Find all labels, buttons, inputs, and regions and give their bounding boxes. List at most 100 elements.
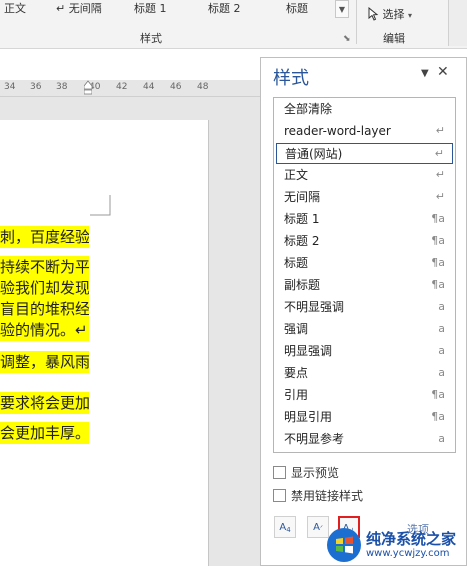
style-item-heading-2[interactable]: 标题 2 ¶a bbox=[276, 231, 453, 252]
style-item-quote[interactable]: 引用 ¶a bbox=[276, 385, 453, 406]
style-list: 全部清除 reader-word-layer ↵ 普通(网站) ↵ 正文 ↵ 无… bbox=[273, 97, 456, 453]
horizontal-ruler[interactable]: 34 36 38 40 42 44 46 48 bbox=[0, 80, 300, 97]
style-item-emphasis[interactable]: 强调 a bbox=[276, 319, 453, 340]
style-item-label: 明显引用 bbox=[284, 410, 333, 424]
style-item-label: 副标题 bbox=[284, 278, 321, 292]
ruler-tick: 36 bbox=[30, 82, 42, 92]
style-item-label: 要点 bbox=[284, 366, 309, 380]
document-line[interactable]: 验我们却发现 bbox=[0, 277, 89, 299]
disable-linked-styles-label: 禁用链接样式 bbox=[291, 489, 364, 503]
gallery-style-zhengwen[interactable]: 正文 bbox=[4, 0, 26, 16]
style-item-normal-web[interactable]: 普通(网站) ↵ bbox=[276, 143, 453, 164]
linked-style-icon: ¶a bbox=[431, 388, 445, 401]
style-item-label: reader-word-layer bbox=[284, 124, 391, 138]
character-style-icon: a bbox=[438, 432, 445, 445]
ribbon: 正文 ↵ 无间隔 标题 1 标题 2 标题 ▼ 样式 ⬊ 选择 ▾ 编辑 bbox=[0, 0, 467, 49]
show-preview-checkbox[interactable] bbox=[273, 466, 286, 479]
linked-style-icon: ¶a bbox=[431, 256, 445, 269]
style-item-label: 明显强调 bbox=[284, 344, 333, 358]
ruler-tick: 48 bbox=[197, 82, 209, 92]
character-style-icon: a bbox=[438, 300, 445, 313]
character-style-icon: a bbox=[438, 344, 445, 357]
disable-linked-styles-checkbox[interactable] bbox=[273, 489, 286, 502]
watermark-title: 纯净系统之家 bbox=[366, 530, 457, 548]
disable-linked-styles-option[interactable]: 禁用链接样式 bbox=[273, 488, 363, 504]
show-preview-label: 显示预览 bbox=[291, 466, 340, 480]
linked-style-icon: ¶a bbox=[431, 410, 445, 423]
windows-logo-icon bbox=[327, 528, 361, 562]
paragraph-mark-icon: ↵ bbox=[435, 124, 445, 137]
ruler-tick: 38 bbox=[56, 82, 68, 92]
style-item-label: 不明显强调 bbox=[284, 300, 345, 314]
select-arrow-icon bbox=[368, 6, 379, 21]
gallery-style-heading-2[interactable]: 标题 2 bbox=[208, 0, 241, 16]
style-item-zhengwen[interactable]: 正文 ↵ bbox=[276, 165, 453, 186]
gallery-scroll-button[interactable]: ▼ bbox=[335, 0, 349, 18]
new-style-icon: A4 bbox=[279, 522, 291, 534]
style-item-reader-word-layer[interactable]: reader-word-layer ↵ bbox=[276, 121, 453, 142]
style-item-subtle-emphasis[interactable]: 不明显强调 a bbox=[276, 297, 453, 318]
watermark-logo: 纯净系统之家 www.ycwjzy.com bbox=[314, 524, 467, 566]
document-line[interactable]: 验的情况。↵ bbox=[0, 319, 89, 341]
style-item-label: 全部清除 bbox=[284, 102, 333, 116]
document-line[interactable]: 刺，百度经验 bbox=[0, 226, 89, 248]
ruler-tick: 34 bbox=[4, 82, 16, 92]
ruler-tick: 44 bbox=[143, 82, 155, 92]
style-item-heading-1[interactable]: 标题 1 ¶a bbox=[276, 209, 453, 230]
document-line[interactable]: 盲目的堆积经 bbox=[0, 298, 89, 320]
ribbon-side-panel bbox=[448, 0, 467, 46]
style-item-label: 标题 1 bbox=[284, 212, 320, 226]
style-item-label: 普通(网站) bbox=[285, 147, 343, 161]
style-item-label: 强调 bbox=[284, 322, 309, 336]
dialog-launcher-icon[interactable]: ⬊ bbox=[343, 34, 353, 44]
select-button[interactable]: 选择 ▾ bbox=[367, 6, 412, 22]
pane-title: 样式 bbox=[273, 68, 309, 89]
character-style-icon: a bbox=[438, 366, 445, 379]
style-item-no-spacing[interactable]: 无间隔 ↵ bbox=[276, 187, 453, 208]
style-gallery: 正文 ↵ 无间隔 标题 1 标题 2 标题 bbox=[0, 0, 335, 24]
style-item-label: 不明显参考 bbox=[284, 432, 345, 446]
style-item-intense-quote[interactable]: 明显引用 ¶a bbox=[276, 407, 453, 428]
document-line[interactable]: 要求将会更加 bbox=[0, 392, 89, 414]
styles-pane: 样式 ▼ ✕ 全部清除 reader-word-layer ↵ 普通(网站) ↵… bbox=[260, 57, 467, 566]
ruler-tick: 42 bbox=[116, 82, 128, 92]
style-item-label: 标题 bbox=[284, 256, 309, 270]
new-style-button[interactable]: A4 bbox=[274, 516, 296, 538]
style-item-intense-emphasis[interactable]: 明显强调 a bbox=[276, 341, 453, 362]
document-line[interactable]: 持续不断为平 bbox=[0, 256, 89, 278]
style-item-subtle-reference[interactable]: 不明显参考 a bbox=[276, 429, 453, 450]
style-item-title[interactable]: 标题 ¶a bbox=[276, 253, 453, 274]
select-label: 选择 bbox=[382, 8, 405, 21]
group-divider bbox=[356, 0, 357, 44]
group-label-styles: 样式 bbox=[140, 32, 162, 45]
gallery-style-title[interactable]: 标题 bbox=[286, 0, 308, 16]
group-label-edit: 编辑 bbox=[383, 32, 405, 45]
document-page[interactable]: 刺，百度经验 持续不断为平 验我们却发现 盲目的堆积经 验的情况。↵ 调整，暴风… bbox=[0, 120, 209, 566]
paragraph-mark-icon: ↵ bbox=[435, 190, 445, 203]
watermark-url: www.ycwjzy.com bbox=[366, 548, 450, 559]
style-item-label: 正文 bbox=[284, 168, 309, 182]
paragraph-mark-icon: ↵ bbox=[434, 147, 444, 160]
gallery-style-heading-1[interactable]: 标题 1 bbox=[134, 0, 167, 16]
style-item-label: 引用 bbox=[284, 388, 309, 402]
linked-style-icon: ¶a bbox=[431, 212, 445, 225]
character-style-icon: a bbox=[438, 322, 445, 335]
gallery-style-no-spacing[interactable]: ↵ 无间隔 bbox=[56, 0, 102, 16]
style-item-clear-all[interactable]: 全部清除 bbox=[276, 99, 453, 120]
linked-style-icon: ¶a bbox=[431, 278, 445, 291]
style-item-label: 标题 2 bbox=[284, 234, 320, 248]
document-line[interactable]: 调整，暴风雨 bbox=[0, 351, 89, 373]
indent-marker-icon[interactable] bbox=[84, 80, 92, 96]
show-preview-option[interactable]: 显示预览 bbox=[273, 465, 339, 481]
linked-style-icon: ¶a bbox=[431, 234, 445, 247]
style-item-strong[interactable]: 要点 a bbox=[276, 363, 453, 384]
style-item-subtitle[interactable]: 副标题 ¶a bbox=[276, 275, 453, 296]
ruler-tick: 46 bbox=[170, 82, 182, 92]
style-item-label: 无间隔 bbox=[284, 190, 321, 204]
document-line[interactable]: 会更加丰厚。↵ bbox=[0, 422, 89, 444]
select-dropdown-icon: ▾ bbox=[408, 11, 413, 20]
pane-options-icon[interactable]: ▼ bbox=[421, 68, 429, 79]
paragraph-mark-icon: ↵ bbox=[435, 168, 445, 181]
close-icon[interactable]: ✕ bbox=[437, 64, 449, 80]
page-margin-corner-icon bbox=[90, 195, 111, 216]
